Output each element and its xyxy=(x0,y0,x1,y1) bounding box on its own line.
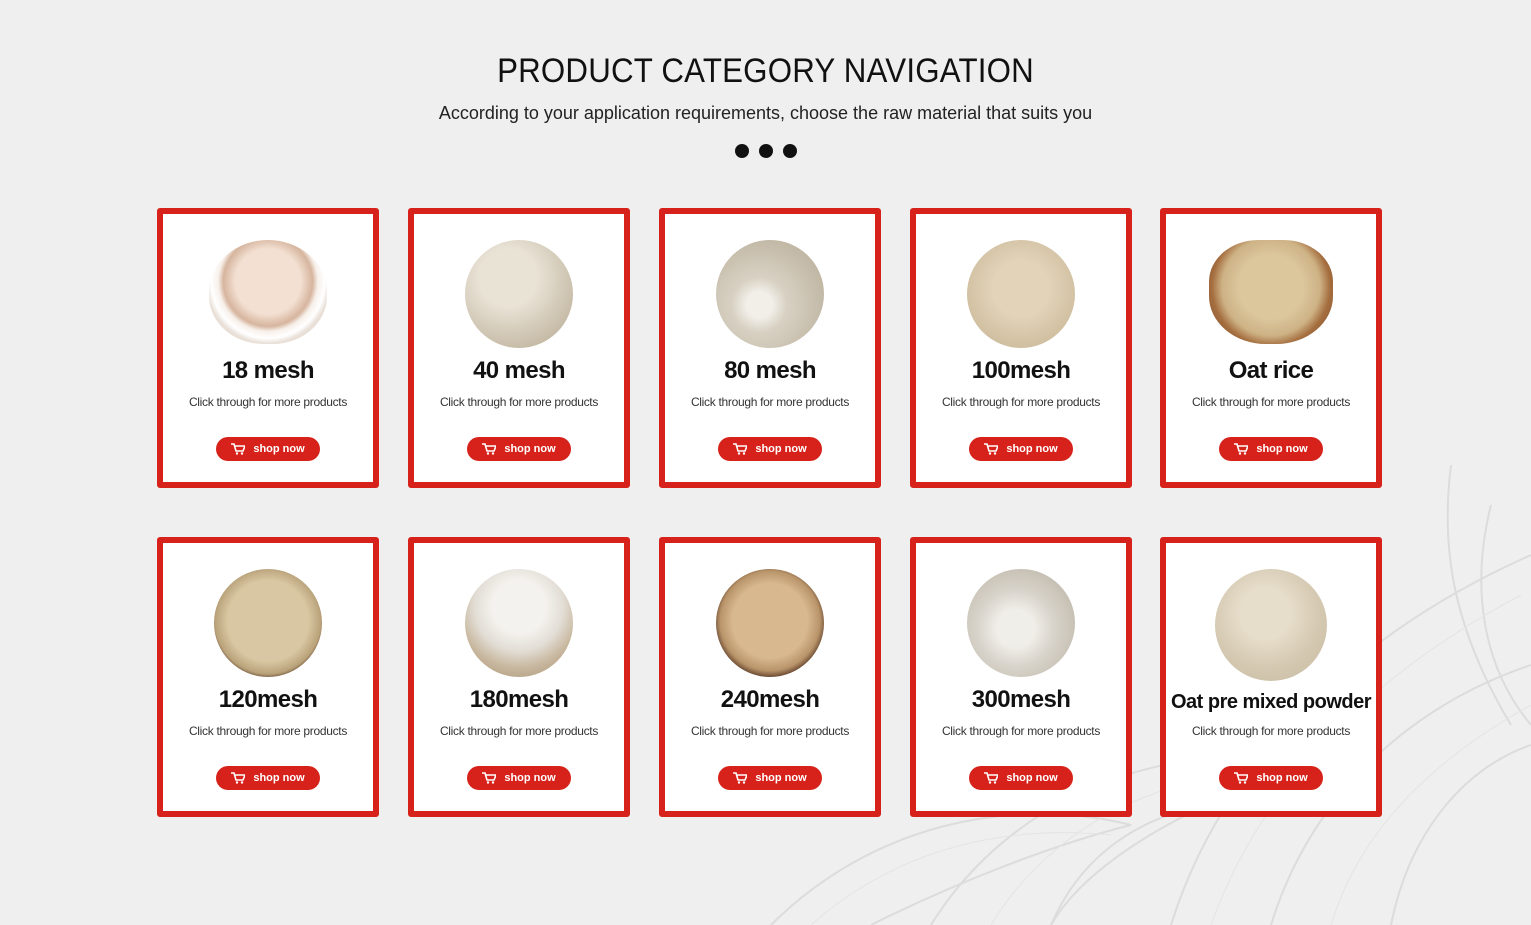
product-image[interactable] xyxy=(967,240,1075,348)
shop-now-label: shop now xyxy=(1256,772,1308,784)
product-card[interactable]: 18 mesh Click through for more products … xyxy=(157,208,379,488)
product-card[interactable]: 120mesh Click through for more products … xyxy=(157,537,379,817)
product-name[interactable]: Oat pre mixed powder xyxy=(1166,691,1376,714)
product-image[interactable] xyxy=(1209,240,1333,344)
product-description: Click through for more products xyxy=(188,395,348,409)
shop-now-label: shop now xyxy=(253,772,305,784)
shop-now-label: shop now xyxy=(253,443,305,455)
product-card[interactable]: Oat pre mixed powder Click through for m… xyxy=(1160,537,1382,817)
product-image[interactable] xyxy=(967,569,1075,677)
product-image[interactable] xyxy=(1215,569,1327,681)
shop-now-label: shop now xyxy=(504,443,556,455)
product-image[interactable] xyxy=(716,569,824,677)
shop-now-button[interactable]: shop now xyxy=(969,766,1073,790)
shop-now-label: shop now xyxy=(1256,443,1308,455)
product-image[interactable] xyxy=(214,569,322,677)
product-description: Click through for more products xyxy=(690,724,850,738)
shop-now-button[interactable]: shop now xyxy=(969,437,1073,461)
shop-now-button[interactable]: shop now xyxy=(467,766,571,790)
product-name[interactable]: 80 mesh xyxy=(665,357,875,385)
shop-now-label: shop now xyxy=(1006,772,1058,784)
product-image[interactable] xyxy=(716,240,824,348)
cart-icon xyxy=(733,443,748,455)
product-name[interactable]: 40 mesh xyxy=(414,357,624,385)
product-card[interactable]: 300mesh Click through for more products … xyxy=(910,537,1132,817)
product-description: Click through for more products xyxy=(941,724,1101,738)
product-description: Click through for more products xyxy=(188,724,348,738)
product-name[interactable]: 180mesh xyxy=(414,686,624,714)
cart-icon xyxy=(482,772,497,784)
shop-now-button[interactable]: shop now xyxy=(216,437,320,461)
cart-icon xyxy=(1234,772,1249,784)
product-card[interactable]: 240mesh Click through for more products … xyxy=(659,537,881,817)
product-image[interactable] xyxy=(465,240,573,348)
product-description: Click through for more products xyxy=(941,395,1101,409)
shop-now-button[interactable]: shop now xyxy=(718,766,822,790)
product-card[interactable]: 100mesh Click through for more products … xyxy=(910,208,1132,488)
cart-icon xyxy=(231,443,246,455)
shop-now-label: shop now xyxy=(755,772,807,784)
cart-icon xyxy=(733,772,748,784)
product-name[interactable]: 18 mesh xyxy=(163,357,373,385)
cart-icon xyxy=(984,443,999,455)
shop-now-label: shop now xyxy=(755,443,807,455)
cart-icon xyxy=(984,772,999,784)
product-name[interactable]: 300mesh xyxy=(916,686,1126,714)
product-card[interactable]: 80 mesh Click through for more products … xyxy=(659,208,881,488)
product-card[interactable]: 180mesh Click through for more products … xyxy=(408,537,630,817)
product-image[interactable] xyxy=(465,569,573,677)
product-name[interactable]: 240mesh xyxy=(665,686,875,714)
cart-icon xyxy=(231,772,246,784)
product-name[interactable]: 120mesh xyxy=(163,686,373,714)
product-description: Click through for more products xyxy=(1191,395,1351,409)
product-card[interactable]: 40 mesh Click through for more products … xyxy=(408,208,630,488)
product-description: Click through for more products xyxy=(439,395,599,409)
product-card[interactable]: Oat rice Click through for more products… xyxy=(1160,208,1382,488)
shop-now-button[interactable]: shop now xyxy=(467,437,571,461)
product-image[interactable] xyxy=(209,240,327,344)
product-description: Click through for more products xyxy=(439,724,599,738)
shop-now-button[interactable]: shop now xyxy=(216,766,320,790)
shop-now-label: shop now xyxy=(504,772,556,784)
product-name[interactable]: 100mesh xyxy=(916,357,1126,385)
shop-now-label: shop now xyxy=(1006,443,1058,455)
product-grid: 18 mesh Click through for more products … xyxy=(0,0,1531,925)
cart-icon xyxy=(482,443,497,455)
product-description: Click through for more products xyxy=(690,395,850,409)
product-name[interactable]: Oat rice xyxy=(1166,357,1376,385)
shop-now-button[interactable]: shop now xyxy=(1219,437,1323,461)
shop-now-button[interactable]: shop now xyxy=(1219,766,1323,790)
cart-icon xyxy=(1234,443,1249,455)
product-description: Click through for more products xyxy=(1191,724,1351,738)
shop-now-button[interactable]: shop now xyxy=(718,437,822,461)
